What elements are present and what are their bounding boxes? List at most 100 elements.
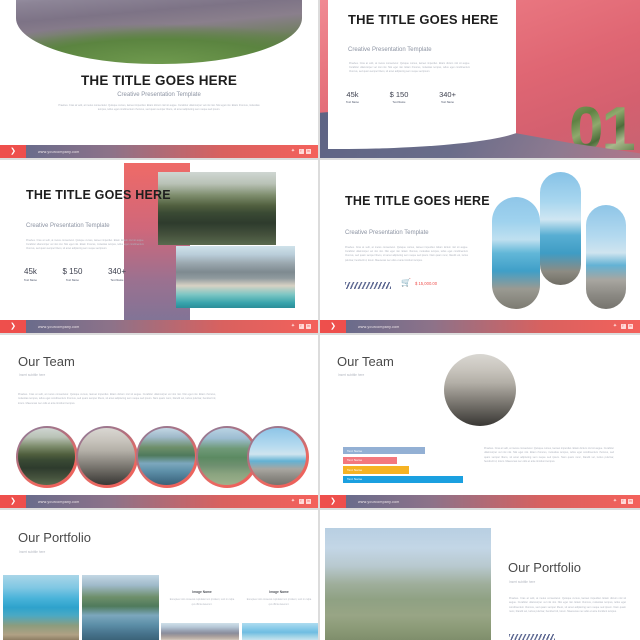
team-avatar[interactable] xyxy=(76,426,138,488)
team-avatar[interactable] xyxy=(247,426,309,488)
social-links[interactable]: ✦ f in xyxy=(612,324,640,329)
portfolio-card: Image Name Excepteur sint occaecat cupid… xyxy=(245,590,313,608)
page-subtitle: Creative Presentation Template xyxy=(117,92,201,98)
card-text: Excepteur sint occaecat cupidatat non pr… xyxy=(169,598,235,606)
twitter-icon[interactable]: ✦ xyxy=(290,499,296,504)
facebook-icon[interactable]: f xyxy=(620,324,626,329)
card-title: Image Name xyxy=(269,590,289,594)
avatar-image xyxy=(138,428,196,486)
twitter-icon[interactable]: ✦ xyxy=(612,499,618,504)
photo-sea-horizon xyxy=(492,197,540,309)
section-subheading: Insert subtitle here xyxy=(509,580,536,584)
bar-row: Text Name xyxy=(343,475,463,484)
slide-title-pills[interactable]: THE TITLE GOES HERE Creative Presentatio… xyxy=(320,160,640,333)
card-title: Image Name xyxy=(192,590,212,594)
footer-url[interactable]: www.yourcompany.com xyxy=(38,325,79,329)
bar-label: Text Name xyxy=(347,448,363,453)
body-text: Praebes. Cras at velit, at metus consect… xyxy=(18,393,216,405)
bar-label: Text Name xyxy=(347,458,363,463)
facebook-icon[interactable]: f xyxy=(298,499,304,504)
linkedin-icon[interactable]: in xyxy=(628,324,633,329)
twitter-icon[interactable]: ✦ xyxy=(290,324,296,329)
hatch-decoration xyxy=(345,282,391,289)
body-text: Praebes. Cras at velit, at metus consect… xyxy=(509,597,626,614)
page-subtitle: Creative Presentation Template xyxy=(348,47,432,53)
slide-footer: ❯ www.yourcompany.com ✦ f in xyxy=(0,320,318,333)
stat-value: 45k xyxy=(346,90,359,99)
price-row: 🛒 $ 15,000.00 xyxy=(401,279,437,287)
stat-label: Text Name xyxy=(346,101,359,104)
slide-team-circles[interactable]: Our Team Insert subtitle here Praebes. C… xyxy=(0,335,318,508)
page-subtitle: Creative Presentation Template xyxy=(345,230,429,236)
section-subheading: Insert subtitle here xyxy=(19,373,46,377)
photo-blue-sky xyxy=(242,623,318,640)
facebook-icon[interactable]: f xyxy=(620,499,626,504)
bar-label: Text Name xyxy=(347,467,363,472)
slide-footer: ❯ www.yourcompany.com ✦ f in xyxy=(0,495,318,508)
social-links[interactable]: ✦ f in xyxy=(290,499,318,504)
twitter-icon[interactable]: ✦ xyxy=(290,149,296,154)
portfolio-card: Image Name Excepteur sint occaecat cupid… xyxy=(168,590,236,608)
team-avatar[interactable] xyxy=(136,426,198,488)
photo-blue-bay xyxy=(3,575,79,640)
stats-row: 45k Text Name $ 150 Text Name 340+ Text … xyxy=(24,267,126,282)
footer-url[interactable]: www.yourcompany.com xyxy=(358,325,399,329)
body-text: Praebes. Cras at velit, at metus consect… xyxy=(58,104,260,112)
section-subheading: Insert subtitle here xyxy=(338,373,365,377)
body-text: Praebes. Cras at velit, at metus consect… xyxy=(345,246,468,262)
photo-aerial-valley xyxy=(325,528,491,640)
photo-river-city xyxy=(82,575,159,640)
photo-lighthouse xyxy=(586,205,626,309)
stat-label: Text Name xyxy=(441,101,455,104)
social-links[interactable]: ✦ f in xyxy=(612,499,640,504)
stat-item: 45k Text Name xyxy=(24,267,37,282)
page-subtitle: Creative Presentation Template xyxy=(26,223,110,229)
hero-mountain-image xyxy=(16,0,302,64)
stat-value: $ 150 xyxy=(62,267,83,276)
section-heading: Our Portfolio xyxy=(508,560,581,575)
footer-url[interactable]: www.yourcompany.com xyxy=(38,500,79,504)
slide-title-hero[interactable]: THE TITLE GOES HERE Creative Presentatio… xyxy=(0,0,318,158)
slide-title-number[interactable]: 01 THE TITLE GOES HERE Creative Presenta… xyxy=(320,0,640,158)
facebook-icon[interactable]: f xyxy=(298,149,304,154)
hatch-decoration xyxy=(509,634,555,640)
twitter-icon[interactable]: ✦ xyxy=(612,324,618,329)
stat-value: $ 150 xyxy=(389,90,409,99)
team-avatar[interactable] xyxy=(16,426,78,488)
avatar-image xyxy=(78,428,136,486)
shopping-cart-icon[interactable]: 🛒 xyxy=(401,279,411,287)
footer-url[interactable]: www.yourcompany.com xyxy=(38,150,79,154)
portrait-avatar xyxy=(444,354,516,426)
slide-portfolio-grid[interactable]: Our Portfolio Insert subtitle here Image… xyxy=(0,510,318,640)
page-title: THE TITLE GOES HERE xyxy=(345,194,490,208)
stat-label: Text Name xyxy=(110,279,124,282)
body-text: Praebes. Cras at velit, at metus consect… xyxy=(26,239,144,251)
linkedin-icon[interactable]: in xyxy=(628,499,633,504)
linkedin-icon[interactable]: in xyxy=(306,149,311,154)
bar-label: Text Name xyxy=(347,477,363,482)
chevron-right-icon[interactable]: ❯ xyxy=(0,495,26,508)
slide-title-two-photos[interactable]: THE TITLE GOES HERE Creative Presentatio… xyxy=(0,160,318,333)
section-heading: Our Team xyxy=(18,354,75,369)
avatar-image xyxy=(18,428,76,486)
bar-chart: Text Name Text Name Text Name Text Name xyxy=(343,447,463,485)
section-heading: Our Team xyxy=(337,354,394,369)
chevron-right-icon[interactable]: ❯ xyxy=(320,320,346,333)
stat-item: 340+ Text Name xyxy=(439,90,456,104)
stat-value: 340+ xyxy=(439,90,456,99)
stat-value: 340+ xyxy=(107,267,126,276)
social-links[interactable]: ✦ f in xyxy=(290,149,318,154)
stat-label: Text Name xyxy=(392,101,406,104)
facebook-icon[interactable]: f xyxy=(298,324,304,329)
chevron-right-icon[interactable]: ❯ xyxy=(0,145,26,158)
photo-snow-peaks xyxy=(161,623,239,640)
social-links[interactable]: ✦ f in xyxy=(290,324,318,329)
footer-url[interactable]: www.yourcompany.com xyxy=(358,500,399,504)
linkedin-icon[interactable]: in xyxy=(306,324,311,329)
linkedin-icon[interactable]: in xyxy=(306,499,311,504)
chevron-right-icon[interactable]: ❯ xyxy=(320,495,346,508)
photo-sea-rocks xyxy=(540,172,581,285)
slide-team-chart[interactable]: Our Team Insert subtitle here Text Name … xyxy=(320,335,640,508)
slide-portfolio-wide[interactable]: Our Portfolio Insert subtitle here Praeb… xyxy=(320,510,640,640)
chevron-right-icon[interactable]: ❯ xyxy=(0,320,26,333)
